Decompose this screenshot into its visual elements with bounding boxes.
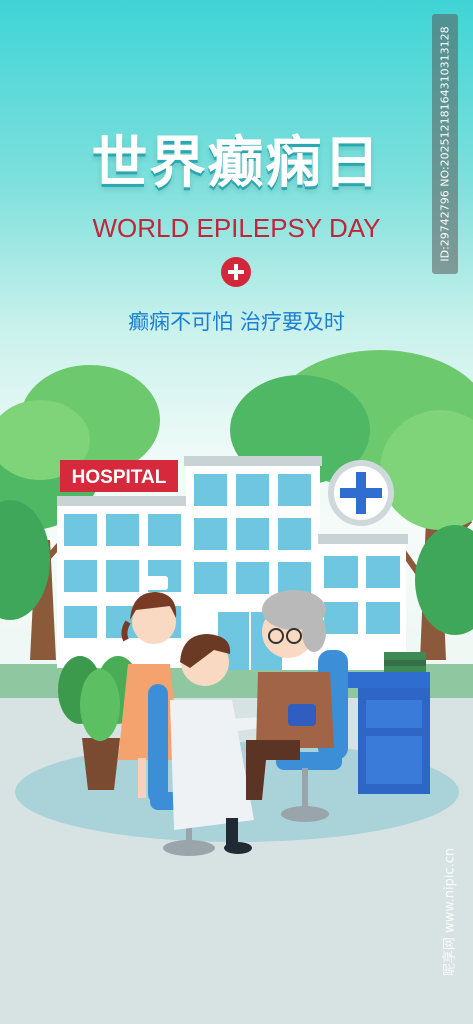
poster: HOSPITAL 世界癫痫日 WORLD EPILEPSY DAY 癫痫不可怕 …	[0, 0, 473, 1024]
image-id-strip: ID:29742796 NO:20251218164310313128	[432, 14, 458, 274]
hospital-sign-text: HOSPITAL	[72, 467, 167, 488]
image-id-text: ID:29742796 NO:20251218164310313128	[438, 26, 452, 262]
watermark: 昵享网 www.nipic.cn	[433, 812, 463, 1012]
slogan: 癫痫不可怕 治疗要及时	[128, 310, 345, 334]
blue-cross-icon	[328, 460, 394, 526]
title-chinese: 世界癫痫日	[91, 131, 382, 196]
title-english: WORLD EPILEPSY DAY	[92, 213, 381, 243]
watermark-text: 昵享网 www.nipic.cn	[442, 847, 458, 977]
red-cross-icon	[221, 257, 251, 287]
